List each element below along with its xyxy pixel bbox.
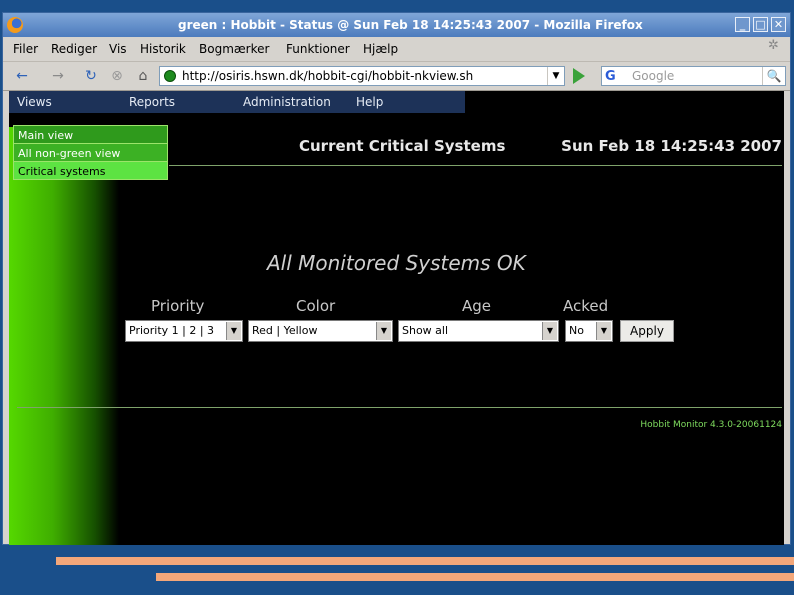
menu-reports[interactable]: Reports [129, 91, 175, 113]
navigation-toolbar: ← → ↻ ⊗ ⌂ http://osiris.hswn.dk/hobbit-c… [3, 61, 790, 91]
search-icon[interactable]: 🔍 [762, 67, 785, 85]
menu-help-page[interactable]: Help [356, 91, 383, 113]
throbber-icon: ✲ [768, 38, 779, 53]
status-message: All Monitored Systems OK [267, 251, 526, 275]
desktop-decoration-bar [56, 557, 794, 565]
acked-select-value: No [569, 324, 584, 337]
firefox-icon [7, 17, 23, 33]
apply-button[interactable]: Apply [620, 320, 674, 342]
minimize-button[interactable]: _ [735, 17, 750, 32]
priority-label: Priority [151, 297, 205, 315]
menu-history[interactable]: Historik [140, 39, 186, 59]
chevron-down-icon[interactable]: ▼ [542, 322, 557, 340]
acked-label: Acked [563, 297, 609, 315]
menu-view[interactable]: Vis [109, 39, 127, 59]
chevron-down-icon[interactable]: ▼ [226, 322, 241, 340]
menu-administration[interactable]: Administration [243, 91, 331, 113]
title-bar[interactable]: green : Hobbit - Status @ Sun Feb 18 14:… [3, 13, 790, 37]
url-dropdown-icon[interactable]: ▼ [547, 67, 564, 85]
priority-select-value: Priority 1 | 2 | 3 [129, 324, 215, 337]
url-text: http://osiris.hswn.dk/hobbit-cgi/hobbit-… [182, 69, 474, 83]
home-button[interactable]: ⌂ [133, 66, 153, 86]
menu-views[interactable]: Views [17, 91, 52, 113]
menu-bookmarks[interactable]: Bogmærker [199, 39, 269, 59]
url-bar[interactable]: http://osiris.hswn.dk/hobbit-cgi/hobbit-… [159, 66, 565, 86]
site-status-icon [164, 70, 176, 82]
close-button[interactable]: ✕ [771, 17, 786, 32]
priority-select[interactable]: Priority 1 | 2 | 3 ▼ [125, 320, 243, 342]
color-label: Color [296, 297, 336, 315]
go-icon[interactable] [573, 68, 585, 84]
views-dropdown: Main view All non-green view Critical sy… [13, 125, 168, 180]
chevron-down-icon[interactable]: ▼ [376, 322, 391, 340]
back-button[interactable]: ← [9, 66, 35, 86]
age-select-value: Show all [402, 324, 449, 337]
chevron-down-icon[interactable]: ▼ [596, 322, 611, 340]
divider [17, 407, 782, 408]
age-select[interactable]: Show all ▼ [398, 320, 559, 342]
color-select-value: Red | Yellow [252, 324, 318, 337]
green-background-strip [9, 127, 119, 545]
color-select[interactable]: Red | Yellow ▼ [248, 320, 393, 342]
search-input[interactable]: G Google 🔍 [601, 66, 786, 86]
window-title: green : Hobbit - Status @ Sun Feb 18 14:… [178, 18, 643, 32]
menu-bar: Filer Rediger Vis Historik Bogmærker Fun… [3, 39, 790, 59]
menu-tools[interactable]: Funktioner [286, 39, 350, 59]
dropdown-item-critical-systems[interactable]: Critical systems [13, 161, 168, 180]
dropdown-item-non-green-view[interactable]: All non-green view [13, 143, 168, 162]
desktop-decoration-bar [156, 573, 794, 581]
maximize-button[interactable]: □ [753, 17, 768, 32]
page-title: Current Critical Systems [299, 137, 506, 155]
divider [169, 165, 782, 166]
menu-file[interactable]: Filer [13, 39, 38, 59]
search-engine-icon[interactable]: G [605, 68, 616, 86]
dropdown-item-main-view[interactable]: Main view [13, 125, 168, 144]
hobbit-menu-bar: Views Reports Administration Help [9, 91, 465, 113]
reload-button[interactable]: ↻ [81, 66, 101, 86]
page-content: Views Reports Administration Help Main v… [9, 91, 784, 545]
page-timestamp: Sun Feb 18 14:25:43 2007 [561, 137, 782, 155]
search-placeholder: Google [632, 69, 675, 83]
forward-button[interactable]: → [45, 66, 71, 86]
menu-help[interactable]: Hjælp [363, 39, 398, 59]
menu-edit[interactable]: Rediger [51, 39, 97, 59]
age-label: Age [462, 297, 492, 315]
acked-select[interactable]: No ▼ [565, 320, 613, 342]
version-footer: Hobbit Monitor 4.3.0-20061124 [640, 420, 782, 430]
browser-window: green : Hobbit - Status @ Sun Feb 18 14:… [2, 12, 791, 545]
stop-button[interactable]: ⊗ [107, 66, 127, 86]
